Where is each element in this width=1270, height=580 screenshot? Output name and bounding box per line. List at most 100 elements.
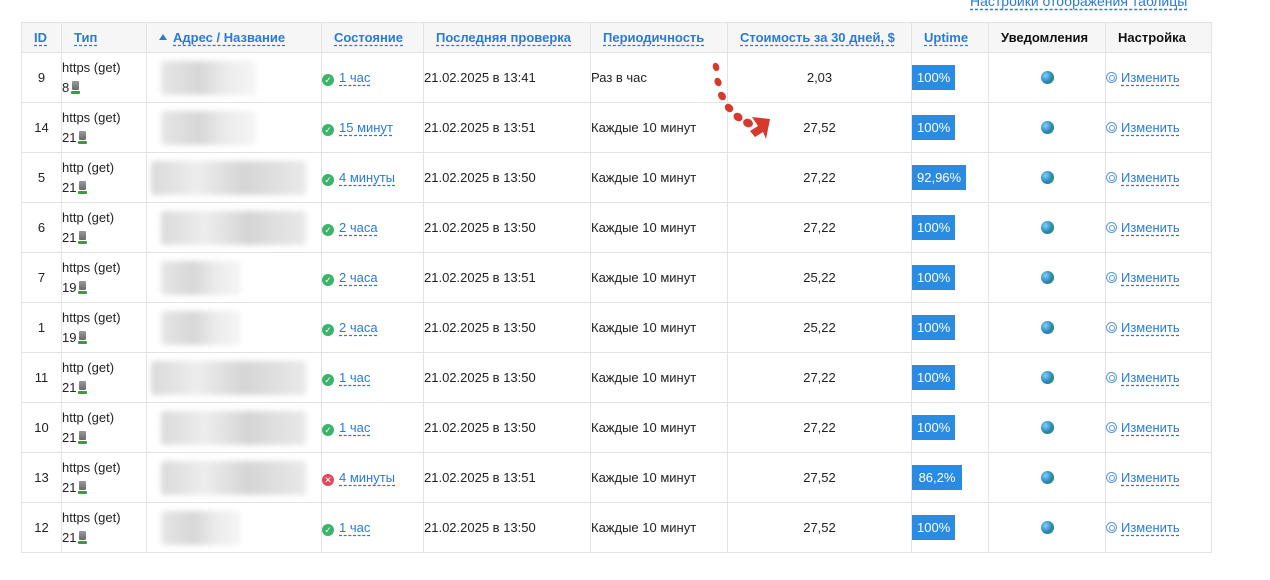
server-icon	[71, 80, 81, 94]
col-header-period[interactable]: Периодичность	[590, 22, 728, 53]
uptime-badge[interactable]: 86,2%	[912, 465, 962, 490]
globe-icon[interactable]	[1040, 121, 1054, 134]
row-id: 7	[21, 252, 62, 303]
edit-link[interactable]: Изменить	[1121, 220, 1180, 235]
edit-link[interactable]: Изменить	[1121, 470, 1180, 485]
row-settings: Изменить	[1105, 252, 1212, 303]
col-header-cost[interactable]: Стоимость за 30 дней, $	[727, 22, 912, 53]
row-settings: Изменить	[1105, 102, 1212, 153]
col-header-status[interactable]: Состояние	[321, 22, 424, 53]
row-address[interactable]	[146, 52, 322, 103]
edit-link[interactable]: Изменить	[1121, 170, 1180, 185]
edit-link[interactable]: Изменить	[1121, 70, 1180, 85]
col-header-address-label[interactable]: Адрес / Название	[173, 30, 285, 45]
edit-link[interactable]: Изменить	[1121, 370, 1180, 385]
table-settings-link[interactable]: Настройки отображения таблицы	[970, 0, 1187, 9]
row-uptime: 100%	[911, 52, 989, 103]
uptime-badge[interactable]: 100%	[912, 415, 956, 440]
row-address[interactable]	[146, 152, 322, 203]
row-status-link[interactable]: 4 минуты	[339, 170, 395, 185]
row-status: ✓ 1 час	[321, 52, 424, 103]
col-header-type-label[interactable]: Тип	[74, 30, 97, 45]
row-cost: 27,52	[727, 502, 912, 553]
row-address[interactable]	[146, 352, 322, 403]
col-header-cost-label[interactable]: Стоимость за 30 дней, $	[740, 30, 895, 45]
globe-icon[interactable]	[1040, 371, 1054, 384]
col-header-last-check[interactable]: Последняя проверка	[423, 22, 591, 53]
table-header-row: ID Тип Адрес / Название Состояние Послед…	[21, 22, 1212, 53]
row-period: Каждые 10 минут	[590, 402, 728, 453]
row-address[interactable]	[146, 252, 322, 303]
uptime-badge[interactable]: 100%	[912, 315, 956, 340]
edit-link[interactable]: Изменить	[1121, 120, 1180, 135]
row-type: http (get) 21	[61, 202, 147, 253]
gear-icon	[1106, 522, 1117, 533]
row-status-link[interactable]: 15 минут	[339, 120, 393, 135]
globe-icon[interactable]	[1040, 471, 1054, 484]
uptime-badge[interactable]: 100%	[912, 265, 956, 290]
row-status-link[interactable]: 4 минуты	[339, 470, 395, 485]
row-address[interactable]	[146, 452, 322, 503]
row-type: https (get) 19	[61, 302, 147, 353]
row-address[interactable]	[146, 202, 322, 253]
col-header-period-label[interactable]: Периодичность	[603, 30, 704, 45]
row-type: https (get) 21	[61, 102, 147, 153]
col-header-address[interactable]: Адрес / Название	[146, 22, 322, 53]
server-icon	[78, 380, 88, 394]
col-header-type[interactable]: Тип	[61, 22, 147, 53]
row-type-label: https (get)	[62, 509, 121, 525]
col-header-uptime-label[interactable]: Uptime	[924, 30, 968, 45]
row-status-link[interactable]: 1 час	[339, 520, 370, 535]
edit-link[interactable]: Изменить	[1121, 420, 1180, 435]
row-notifications	[988, 52, 1106, 103]
table-row: 14 https (get) 21 ✓ 15 минут 21.02.2025 в…	[21, 102, 1212, 153]
col-header-id-label[interactable]: ID	[34, 30, 47, 45]
row-status-link[interactable]: 2 часа	[339, 220, 378, 235]
row-address[interactable]	[146, 102, 322, 153]
globe-icon[interactable]	[1040, 421, 1054, 434]
gear-icon	[1106, 172, 1117, 183]
uptime-badge[interactable]: 100%	[912, 515, 956, 540]
uptime-badge[interactable]: 92,96%	[912, 165, 967, 190]
uptime-badge[interactable]: 100%	[912, 365, 956, 390]
monitors-table: ID Тип Адрес / Название Состояние Послед…	[21, 22, 1212, 553]
table-row: 13 https (get) 21 ✕ 4 минуты 21.02.2025 в…	[21, 452, 1212, 503]
col-header-id[interactable]: ID	[21, 22, 62, 53]
col-header-status-label[interactable]: Состояние	[334, 30, 403, 45]
row-uptime: 100%	[911, 502, 989, 553]
col-header-last-check-label[interactable]: Последняя проверка	[436, 30, 571, 45]
row-address[interactable]	[146, 402, 322, 453]
row-notifications	[988, 202, 1106, 253]
globe-icon[interactable]	[1040, 321, 1054, 334]
row-status-link[interactable]: 2 часа	[339, 320, 378, 335]
uptime-badge[interactable]: 100%	[912, 215, 956, 240]
edit-link[interactable]: Изменить	[1121, 270, 1180, 285]
row-status-link[interactable]: 2 часа	[339, 270, 378, 285]
globe-icon[interactable]	[1040, 221, 1054, 234]
gear-icon	[1106, 472, 1117, 483]
row-status-link[interactable]: 1 час	[339, 70, 370, 85]
globe-icon[interactable]	[1040, 271, 1054, 284]
row-status-link[interactable]: 1 час	[339, 370, 370, 385]
row-server-count: 21	[62, 229, 77, 245]
gear-icon	[1106, 122, 1117, 133]
edit-link[interactable]: Изменить	[1121, 520, 1180, 535]
row-type-label: http (get)	[62, 359, 115, 375]
uptime-badge[interactable]: 100%	[912, 115, 956, 140]
row-id: 13	[21, 452, 62, 503]
table-row: 9 https (get) 8 ✓ 1 час 21.02.2025 в 13:4…	[21, 52, 1212, 103]
row-server-count: 21	[62, 529, 77, 545]
globe-icon[interactable]	[1040, 521, 1054, 534]
uptime-badge[interactable]: 100%	[912, 65, 956, 90]
edit-link[interactable]: Изменить	[1121, 320, 1180, 335]
row-status: ✓ 2 часа	[321, 252, 424, 303]
globe-icon[interactable]	[1040, 71, 1054, 84]
table-row: 6 http (get) 21 ✓ 2 часа 21.02.2025 в 13:…	[21, 202, 1212, 253]
redacted-address	[161, 411, 306, 445]
row-address[interactable]	[146, 302, 322, 353]
row-address[interactable]	[146, 502, 322, 553]
globe-icon[interactable]	[1040, 171, 1054, 184]
row-status: ✓ 15 минут	[321, 102, 424, 153]
col-header-uptime[interactable]: Uptime	[911, 22, 989, 53]
row-status-link[interactable]: 1 час	[339, 420, 370, 435]
